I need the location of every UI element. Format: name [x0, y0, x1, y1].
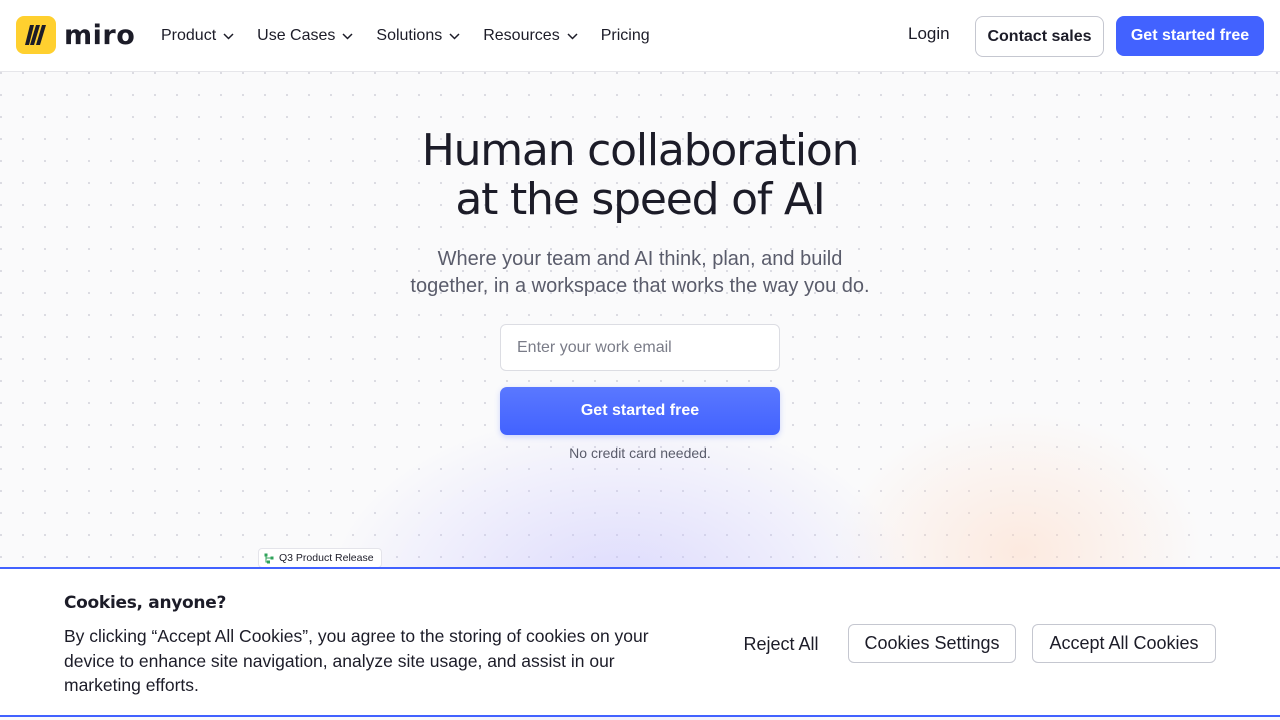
hero-subtitle-line: together, in a workspace that works the … [410, 275, 870, 297]
hero-subtitle-line: Where your team and AI think, plan, and … [437, 248, 843, 270]
board-preview-tag-label: Q3 Product Release [279, 552, 374, 564]
hero-title-line: at the speed of AI [455, 174, 825, 225]
nav-item-resources[interactable]: Resources [483, 24, 578, 48]
nav-item-pricing[interactable]: Pricing [601, 24, 650, 48]
hero-subtitle: Where your team and AI think, plan, and … [0, 246, 1280, 300]
hero-title-line: Human collaboration [421, 125, 860, 176]
cookie-banner-text-line: By clicking “Accept All Cookies”, you ag… [64, 626, 649, 646]
reject-all-button[interactable]: Reject All [730, 625, 832, 663]
miro-logo-icon [16, 16, 56, 54]
chevron-down-icon [223, 32, 234, 40]
cookie-banner: Cookies, anyone? By clicking “Accept All… [0, 567, 1280, 717]
get-started-hero-button[interactable]: Get started free [500, 387, 780, 435]
nav-item-solutions[interactable]: Solutions [376, 24, 460, 48]
brand-name: miro [64, 19, 136, 51]
cookie-banner-text-line: marketing efforts. [64, 675, 199, 695]
login-link[interactable]: Login [908, 24, 950, 44]
chevron-down-icon [567, 32, 578, 40]
miro-logo[interactable]: miro [16, 16, 135, 54]
accept-all-cookies-button[interactable]: Accept All Cookies [1032, 624, 1216, 663]
nav-item-label: Resources [483, 27, 560, 44]
contact-sales-button[interactable]: Contact sales [975, 16, 1104, 57]
cookie-banner-title: Cookies, anyone? [64, 593, 227, 613]
hero-title: Human collaboration at the speed of AI [0, 126, 1280, 224]
nav-item-product[interactable]: Product [161, 24, 234, 48]
flow-icon [264, 553, 275, 564]
main-nav: Product Use Cases Solutions Resources Pr… [161, 24, 673, 48]
nav-item-label: Pricing [600, 27, 650, 44]
work-email-input[interactable] [500, 324, 780, 371]
cookies-settings-button[interactable]: Cookies Settings [848, 624, 1016, 663]
no-credit-card-note: No credit card needed. [569, 445, 711, 461]
cookie-banner-text: By clicking “Accept All Cookies”, you ag… [64, 624, 704, 698]
chevron-down-icon [449, 32, 460, 40]
nav-item-label: Use Cases [257, 27, 336, 44]
board-preview-tag: Q3 Product Release [258, 548, 382, 568]
nav-item-use-cases[interactable]: Use Cases [257, 24, 353, 48]
chevron-down-icon [342, 32, 353, 40]
site-header: miro Product Use Cases Solutions Resourc… [0, 0, 1280, 72]
nav-item-label: Product [161, 27, 217, 44]
cookie-banner-text-line: device to enhance site navigation, analy… [64, 650, 615, 671]
get-started-header-button[interactable]: Get started free [1116, 16, 1264, 56]
nav-item-label: Solutions [376, 27, 443, 44]
